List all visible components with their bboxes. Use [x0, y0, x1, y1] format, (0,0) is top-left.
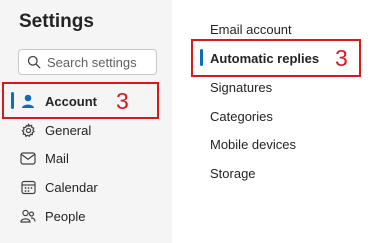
nav-item-general[interactable]: General	[12, 117, 160, 143]
subnav-item-storage[interactable]: Storage	[210, 166, 256, 181]
subnav-item-categories[interactable]: Categories	[210, 109, 273, 124]
annotation-step-number: 3	[116, 88, 129, 114]
subnav-item-mobile-devices[interactable]: Mobile devices	[210, 137, 296, 152]
mail-icon	[20, 150, 36, 166]
nav-item-label: Calendar	[45, 179, 98, 195]
nav-item-label: People	[45, 208, 86, 224]
subnav-item-signatures[interactable]: Signatures	[210, 80, 272, 95]
annotation-step-number: 3	[335, 45, 348, 71]
calendar-icon	[20, 179, 36, 195]
page-title: Settings	[19, 11, 94, 32]
nav-item-calendar[interactable]: Calendar	[12, 174, 160, 200]
nav-item-label: General	[45, 122, 92, 138]
nav-item-mail[interactable]: Mail	[12, 145, 160, 171]
annotation-box-account	[2, 82, 159, 119]
search-box[interactable]	[18, 49, 157, 75]
nav-item-label: Mail	[45, 150, 69, 166]
search-icon	[27, 55, 41, 69]
subnav-item-email-account[interactable]: Email account	[210, 22, 292, 37]
search-input[interactable]	[47, 54, 157, 70]
gear-icon	[20, 122, 36, 138]
people-icon	[20, 208, 36, 224]
nav-item-people[interactable]: People	[12, 203, 160, 229]
